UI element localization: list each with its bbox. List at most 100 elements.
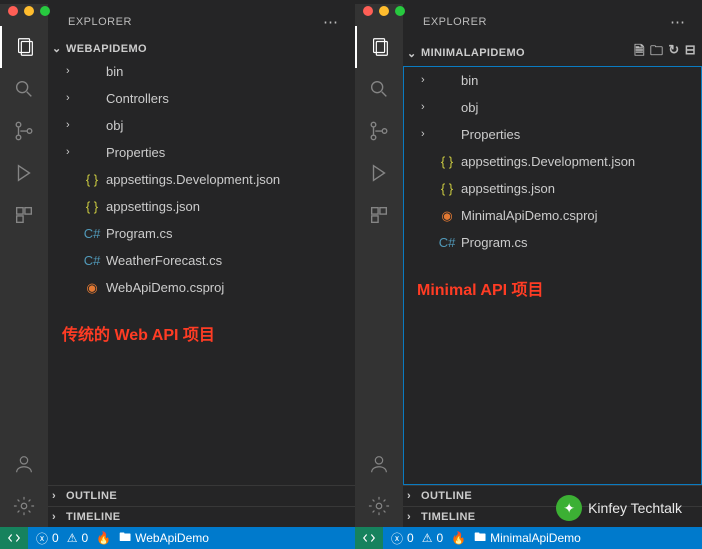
project-status[interactable]: 🖿 WebApiDemo bbox=[119, 528, 209, 549]
item-label: appsettings.json bbox=[106, 195, 351, 218]
file-tree: ›bin›Controllers›obj›Properties{ }appset… bbox=[48, 57, 355, 485]
errors-count[interactable]: ⓧ 0 bbox=[36, 530, 59, 547]
activity-bar bbox=[0, 4, 48, 527]
source-control-icon[interactable] bbox=[355, 110, 403, 152]
run-debug-icon[interactable] bbox=[355, 152, 403, 194]
settings-icon[interactable] bbox=[0, 485, 48, 527]
folder-item[interactable]: ›bin bbox=[48, 58, 355, 85]
csproj-icon: ◉ bbox=[439, 204, 455, 227]
project-name: WEBAPIDEMO bbox=[66, 43, 349, 55]
explorer-title: EXPLORER bbox=[68, 16, 323, 28]
search-icon[interactable] bbox=[0, 68, 48, 110]
item-label: bin bbox=[461, 69, 698, 92]
explorer-sidebar: EXPLORER ⋯ ⌄ MINIMALAPIDEMO 🗎 🗀 ↻ ⊟ › bin… bbox=[403, 4, 702, 527]
minimize-icon[interactable] bbox=[24, 6, 34, 16]
csproj-icon: ◉ bbox=[84, 276, 100, 299]
search-icon[interactable] bbox=[355, 68, 403, 110]
flame-icon[interactable]: 🔥 bbox=[96, 531, 111, 545]
project-status[interactable]: 🖿 MinimalApiDemo bbox=[474, 528, 581, 549]
source-control-icon[interactable] bbox=[0, 110, 48, 152]
refresh-icon[interactable]: ↻ bbox=[668, 42, 679, 64]
file-item[interactable]: C# WeatherForecast.cs bbox=[48, 247, 355, 274]
status-bar: ⓧ 0 ⚠ 0 🔥 🖿 WebApiDemo bbox=[0, 527, 355, 549]
settings-icon[interactable] bbox=[355, 485, 403, 527]
timeline-label: TIMELINE bbox=[421, 511, 476, 523]
flame-icon[interactable]: 🔥 bbox=[451, 531, 466, 545]
item-label: MinimalApiDemo.csproj bbox=[461, 204, 698, 227]
file-item[interactable]: ◉ WebApiDemo.csproj bbox=[48, 274, 355, 301]
account-icon[interactable] bbox=[355, 443, 403, 485]
json-icon: { } bbox=[439, 177, 455, 200]
folder-item[interactable]: ›obj bbox=[403, 94, 702, 121]
folder-item[interactable]: › obj bbox=[48, 112, 355, 139]
close-icon[interactable] bbox=[363, 6, 373, 16]
extensions-icon[interactable] bbox=[0, 194, 48, 236]
project-header[interactable]: ⌄ WEBAPIDEMO bbox=[48, 40, 355, 57]
more-icon[interactable]: ⋯ bbox=[670, 13, 686, 31]
item-label: appsettings.Development.json bbox=[461, 150, 698, 173]
chevron-right-icon: › bbox=[421, 69, 433, 92]
item-label: obj bbox=[106, 114, 351, 137]
file-item[interactable]: { } appsettings.json bbox=[48, 193, 355, 220]
new-folder-icon[interactable]: 🗀 bbox=[650, 42, 663, 64]
outline-section[interactable]: ›OUTLINE bbox=[403, 485, 702, 506]
chevron-right-icon: › bbox=[407, 490, 421, 502]
remote-icon[interactable] bbox=[355, 527, 383, 549]
folder-item[interactable]: ›Properties bbox=[403, 121, 702, 148]
file-item[interactable]: C# Program.cs bbox=[403, 229, 702, 256]
remote-icon[interactable] bbox=[0, 527, 28, 549]
item-label: Program.cs bbox=[461, 231, 698, 254]
chevron-right-icon: › bbox=[407, 511, 421, 523]
folder-item[interactable]: › bin bbox=[403, 67, 702, 94]
timeline-section[interactable]: ›TIMELINE bbox=[48, 506, 355, 527]
folder-item[interactable]: › Properties bbox=[48, 139, 355, 166]
item-label: WebApiDemo.csproj bbox=[106, 276, 351, 299]
folder-item[interactable]: › Controllers bbox=[48, 85, 355, 112]
chevron-right-icon: › bbox=[66, 60, 78, 83]
item-label: Properties bbox=[461, 123, 698, 146]
chevron-right-icon: › bbox=[52, 511, 66, 523]
explorer-icon[interactable] bbox=[355, 26, 403, 68]
warnings-count[interactable]: ⚠ 0 bbox=[422, 531, 443, 545]
account-icon[interactable] bbox=[0, 443, 48, 485]
timeline-label: TIMELINE bbox=[66, 511, 121, 523]
explorer-header: EXPLORER ⋯ bbox=[403, 4, 702, 40]
file-tree: ›bin›obj›Properties{ }appsettings.Develo… bbox=[403, 66, 702, 485]
collapse-icon[interactable]: ⊟ bbox=[685, 42, 696, 64]
item-label: Controllers bbox=[106, 87, 351, 110]
explorer-sidebar: EXPLORER ⋯ ⌄ WEBAPIDEMO ›bin›Controllers… bbox=[48, 4, 355, 527]
chevron-right-icon: › bbox=[66, 141, 78, 164]
more-icon[interactable]: ⋯ bbox=[323, 13, 339, 31]
timeline-section[interactable]: ›TIMELINE bbox=[403, 506, 702, 527]
warnings-count[interactable]: ⚠ 0 bbox=[67, 531, 88, 545]
activity-bar bbox=[355, 4, 403, 527]
explorer-icon[interactable] bbox=[0, 26, 48, 68]
chevron-down-icon: ⌄ bbox=[52, 42, 66, 55]
new-file-icon[interactable]: 🗎 bbox=[634, 42, 645, 64]
file-item[interactable]: { }appsettings.json bbox=[403, 175, 702, 202]
explorer-header: EXPLORER ⋯ bbox=[48, 4, 355, 40]
minimize-icon[interactable] bbox=[379, 6, 389, 16]
chevron-right-icon: › bbox=[66, 87, 78, 110]
file-item[interactable]: { }appsettings.Development.json bbox=[48, 166, 355, 193]
csharp-icon: C# bbox=[84, 249, 100, 272]
errors-count[interactable]: ⓧ 0 bbox=[391, 530, 414, 547]
item-label: appsettings.Development.json bbox=[106, 168, 351, 191]
item-label: Properties bbox=[106, 141, 351, 164]
item-label: WeatherForecast.cs bbox=[106, 249, 351, 272]
file-item[interactable]: { }appsettings.Development.json bbox=[403, 148, 702, 175]
file-item[interactable]: C#Program.cs bbox=[48, 220, 355, 247]
outline-section[interactable]: ›OUTLINE bbox=[48, 485, 355, 506]
close-icon[interactable] bbox=[8, 6, 18, 16]
csharp-icon: C# bbox=[439, 231, 455, 254]
zoom-icon[interactable] bbox=[395, 6, 405, 16]
run-debug-icon[interactable] bbox=[0, 152, 48, 194]
extensions-icon[interactable] bbox=[355, 194, 403, 236]
chevron-right-icon: › bbox=[66, 114, 78, 137]
zoom-icon[interactable] bbox=[40, 6, 50, 16]
outline-label: OUTLINE bbox=[421, 490, 472, 502]
json-icon: { } bbox=[84, 195, 100, 218]
project-name: MINIMALAPIDEMO bbox=[421, 47, 634, 59]
file-item[interactable]: ◉ MinimalApiDemo.csproj bbox=[403, 202, 702, 229]
project-header[interactable]: ⌄ MINIMALAPIDEMO 🗎 🗀 ↻ ⊟ bbox=[403, 40, 702, 66]
